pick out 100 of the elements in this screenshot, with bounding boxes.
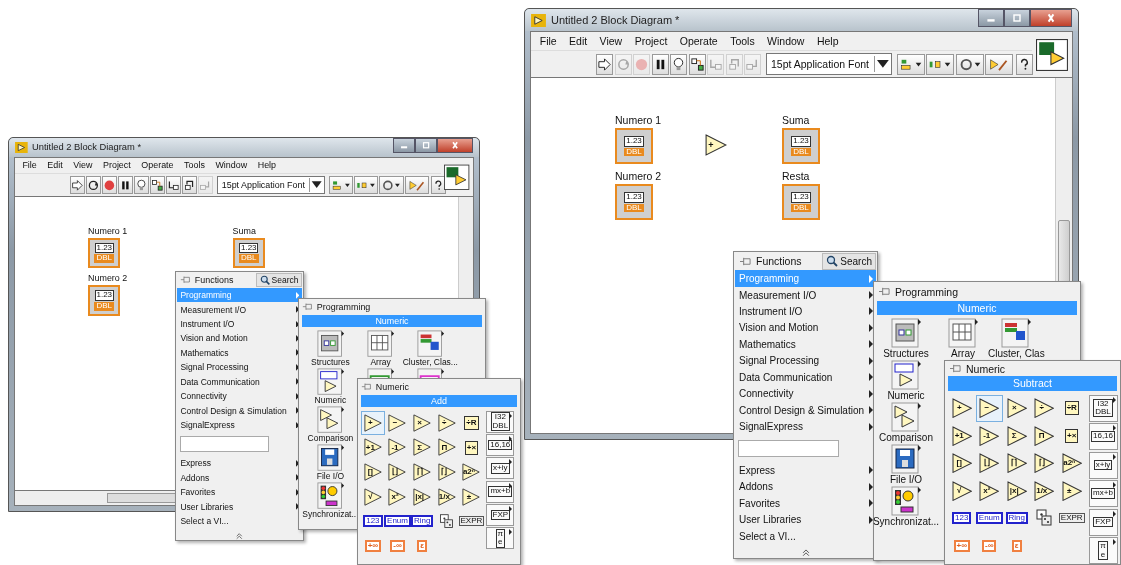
numeric-function-item[interactable]: EXPR (1058, 504, 1086, 532)
numeric-function-item[interactable]: ⌈⌋ (1030, 449, 1058, 477)
numeric-control-terminal[interactable]: 1.23 DBL (88, 237, 121, 269)
numeric-function-item[interactable]: − (975, 394, 1003, 422)
numeric-function-item[interactable]: ÷R (1058, 394, 1086, 422)
numeric-function-item[interactable]: |x| (409, 484, 435, 510)
highlight-button[interactable] (134, 176, 150, 194)
numeric-function-item[interactable]: x² (385, 484, 410, 510)
palette-category-item[interactable]: Favorites (177, 484, 302, 500)
palette-category-item[interactable]: Signal Processing (735, 352, 876, 369)
subpalette-item[interactable]: mx+b (486, 480, 515, 503)
numeric-function-item[interactable]: +1 (948, 422, 976, 450)
subpalette-item[interactable]: Cluster, Clas... (402, 329, 458, 367)
numeric-function-item[interactable]: ⌈⌉ (1003, 449, 1031, 477)
palette-category-item[interactable]: User Libraries (177, 499, 302, 514)
palette-category-item[interactable]: Select a VI... (735, 527, 876, 545)
subpalette-item[interactable]: I32 DBL (1088, 394, 1118, 422)
run-button[interactable] (70, 176, 86, 194)
numeric-function-item[interactable]: a2ⁿ (459, 459, 484, 485)
menu-item[interactable]: Project (629, 35, 673, 47)
numeric-function-item[interactable]: ⌈⌋ (434, 459, 460, 485)
numeric-function-item[interactable]: × (409, 410, 435, 436)
numeric-function-item[interactable]: − (385, 410, 410, 436)
numeric-function-item[interactable]: Ring (409, 509, 435, 534)
pin-icon[interactable] (949, 363, 962, 375)
palette-category-item[interactable]: Express (177, 456, 302, 471)
numeric-function-item[interactable]: +1 (360, 435, 386, 460)
palette-category-item[interactable]: Control Design & Simulation (177, 403, 302, 418)
numeric-function-item[interactable]: EXPR (459, 509, 484, 534)
palette-category-item[interactable]: Mathematics (177, 345, 302, 361)
numeric-function-item[interactable]: ÷R (459, 410, 484, 436)
menu-item[interactable]: Help (253, 160, 281, 171)
palette-category-item[interactable]: Instrument I/O (735, 303, 876, 320)
numeric-function-item[interactable]: ± (459, 484, 484, 510)
numeric-function-item[interactable]: ε (409, 533, 435, 559)
numeric-function-item[interactable]: ε (1003, 532, 1031, 560)
numeric-function-item[interactable]: -1 (975, 422, 1003, 450)
palette-category-item[interactable]: Instrument I/O (177, 316, 302, 332)
menu-item[interactable]: File (535, 35, 562, 47)
run-continuously-button[interactable] (86, 176, 102, 194)
palette-category-item[interactable]: Signal Processing (177, 360, 302, 375)
subpalette-item[interactable]: File I/O (889, 444, 923, 486)
menu-item[interactable]: Project (99, 160, 135, 171)
numeric-function-item[interactable]: ⌈⌉ (409, 459, 435, 485)
numeric-control-terminal[interactable]: 1.23 DBL (88, 285, 121, 316)
numeric-function-item[interactable]: ÷ (434, 410, 460, 436)
numeric-function-item[interactable]: √ (948, 477, 976, 505)
cleanup-button[interactable] (404, 176, 429, 194)
subpalette-item[interactable]: Comparison (879, 402, 933, 444)
search-field[interactable] (179, 436, 270, 452)
subpalette-item[interactable]: mx+b (1088, 480, 1118, 507)
subpalette-item[interactable]: 16,16 (1088, 423, 1118, 450)
search-button[interactable]: Search (256, 272, 302, 288)
palette-category-item[interactable]: Express (735, 462, 876, 479)
pin-icon[interactable] (180, 275, 192, 285)
menu-item[interactable]: File (18, 160, 41, 171)
numeric-function-item[interactable]: +∞ (360, 533, 386, 559)
numeric-function-item[interactable]: Σ (409, 435, 435, 460)
align-button[interactable] (896, 53, 925, 75)
palette-category-item[interactable]: Mathematics (735, 336, 876, 353)
numeric-function-item[interactable]: 1/x (1030, 477, 1058, 505)
numeric-function-item[interactable]: ⌊⌋ (975, 449, 1003, 477)
numeric-control-terminal[interactable]: 1.23 DBL (615, 184, 653, 220)
numeric-function-item[interactable]: +× (459, 435, 484, 460)
subpalette-item[interactable]: Numeric (887, 360, 925, 402)
run-button[interactable] (596, 53, 614, 75)
numeric-function-item[interactable]: Σ (1003, 422, 1031, 450)
numeric-function-item[interactable]: [] (360, 459, 386, 485)
numeric-function-item[interactable]: 1/x (434, 484, 460, 510)
pin-icon[interactable] (878, 286, 891, 297)
palette-category-item[interactable]: Data Communication (177, 374, 302, 389)
subpalette-item[interactable]: FXP (1088, 508, 1118, 536)
palette-category-item[interactable]: Addons (177, 470, 302, 485)
step-into-button[interactable] (166, 176, 182, 194)
menu-item[interactable]: Edit (43, 160, 67, 171)
menu-item[interactable]: Help (812, 35, 844, 47)
menu-item[interactable]: Window (211, 160, 252, 171)
subpalette-item[interactable]: 16,16 (486, 433, 515, 456)
cleanup-button[interactable] (985, 53, 1014, 75)
numeric-function-item[interactable]: √ (360, 484, 386, 510)
numeric-function-item[interactable]: Enum (975, 504, 1003, 532)
subpalette-item[interactable]: I32 DBL (486, 410, 515, 433)
help-button[interactable] (1016, 53, 1034, 75)
palette-category-item[interactable]: Data Communication (735, 369, 876, 386)
numeric-function-item[interactable]: a2ⁿ (1058, 449, 1086, 477)
numeric-function-item[interactable]: 123 (360, 509, 386, 534)
menu-item[interactable]: Window (762, 35, 810, 47)
subpalette-item[interactable]: x+iy (486, 457, 515, 480)
pin-icon[interactable] (302, 302, 314, 312)
numeric-function-item[interactable]: -∞ (385, 533, 410, 559)
menu-item[interactable]: Edit (564, 35, 592, 47)
search-button[interactable]: Search (822, 252, 876, 270)
subpalette-item[interactable]: π e (1088, 537, 1118, 564)
reorder-button[interactable] (955, 53, 984, 75)
maximize-button[interactable] (1004, 9, 1030, 27)
subpalette-item[interactable]: Array (948, 318, 978, 360)
subpalette-item[interactable]: Array (367, 329, 395, 367)
numeric-function-item[interactable]: × (1003, 394, 1031, 422)
palette-category-item[interactable]: Measurement I/O (735, 286, 876, 304)
numeric-function-item[interactable]: -1 (385, 435, 410, 460)
